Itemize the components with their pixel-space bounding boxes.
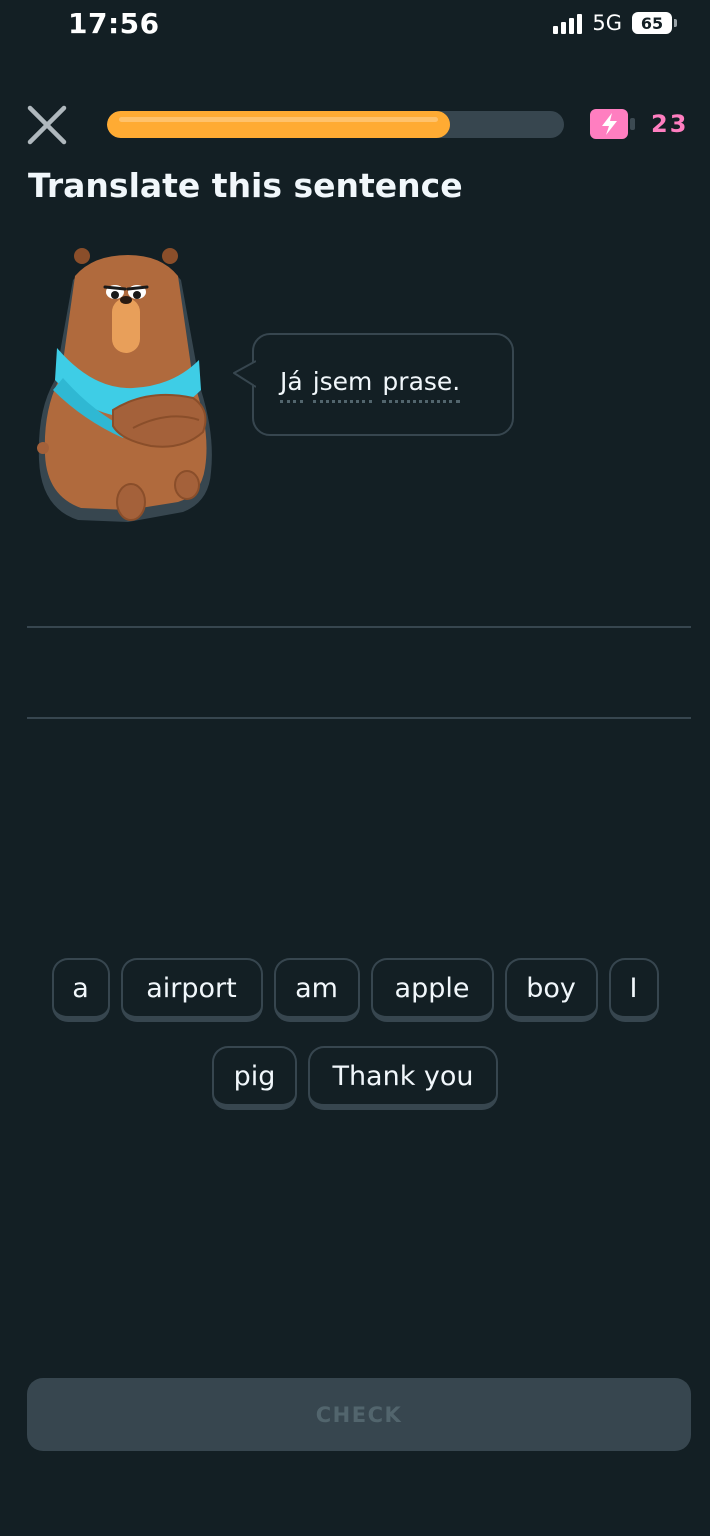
status-bar: 17:56 5G 65 — [0, 0, 710, 52]
prompt-sentence: Já jsem prase. — [280, 367, 461, 403]
battery-level: 65 — [640, 13, 664, 33]
answer-line-1[interactable] — [27, 626, 691, 628]
battery-icon: 65 — [632, 12, 677, 34]
energy-battery-icon — [590, 109, 635, 139]
word-bank-row-2: pig Thank you — [0, 1046, 710, 1110]
sentence-word[interactable]: Já — [280, 367, 303, 403]
status-indicators: 5G 65 — [553, 11, 677, 35]
word-chip-pig[interactable]: pig — [212, 1046, 297, 1110]
bear-character — [37, 248, 212, 522]
speech-bubble-tail — [233, 360, 256, 388]
signal-icon — [553, 12, 583, 34]
close-icon — [27, 105, 67, 145]
word-chip-thank-you[interactable]: Thank you — [308, 1046, 498, 1110]
network-type: 5G — [592, 11, 622, 35]
sentence-word[interactable]: prase. — [382, 367, 461, 403]
status-time: 17:56 — [68, 7, 160, 40]
lesson-progress-bar — [107, 111, 564, 138]
word-chip-airport[interactable]: airport — [120, 958, 263, 1022]
word-bank-row-1: a airport am apple boy I — [0, 958, 710, 1022]
lesson-progress-fill — [107, 111, 450, 138]
close-button[interactable] — [24, 102, 70, 148]
energy-count: 23 — [651, 110, 689, 138]
energy-counter[interactable]: 23 — [589, 108, 688, 140]
sentence-word[interactable]: jsem — [312, 367, 373, 403]
word-chip-boy[interactable]: boy — [504, 958, 598, 1022]
exercise-title: Translate this sentence — [28, 166, 463, 205]
word-chip-am[interactable]: am — [273, 958, 360, 1022]
answer-line-2[interactable] — [27, 717, 691, 719]
word-chip-i[interactable]: I — [608, 958, 659, 1022]
speech-bubble: Já jsem prase. — [233, 333, 514, 436]
word-chip-a[interactable]: a — [51, 958, 110, 1022]
check-button[interactable]: CHECK — [27, 1378, 691, 1451]
word-chip-apple[interactable]: apple — [370, 958, 494, 1022]
lesson-header: 23 — [0, 96, 710, 152]
